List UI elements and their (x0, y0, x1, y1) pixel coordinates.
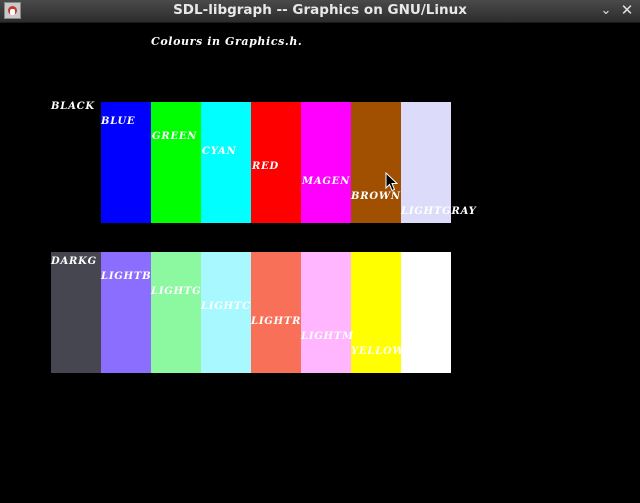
color-label: DARKG (51, 256, 97, 267)
title-bar[interactable]: SDL-libgraph -- Graphics on GNU/Linux ⌄ … (0, 0, 640, 23)
swatch-lightgreen (151, 252, 201, 373)
color-label: LIGHTG (151, 286, 202, 297)
mouse-pointer-icon (385, 172, 398, 192)
color-label: LIGHTC (201, 301, 251, 312)
swatch-lightcyan (201, 252, 251, 373)
color-label: WHITE (401, 361, 446, 372)
swatch-white (401, 252, 451, 373)
color-label: RED (252, 161, 280, 172)
color-label: LIGHTGRAY (401, 206, 477, 217)
color-label: LIGHTB (101, 271, 152, 282)
swatch-black (51, 102, 101, 223)
swatch-darkgray (51, 252, 101, 373)
color-label: MAGEN (302, 176, 351, 187)
color-label: LIGHTM (301, 331, 355, 342)
color-label: BLUE (101, 116, 136, 127)
close-button[interactable]: ✕ (619, 2, 635, 19)
graphics-canvas: Colours in Graphics.h. BLACK BLUE GREEN … (0, 23, 640, 503)
swatch-lightmagenta (301, 252, 351, 373)
color-label: CYAN (202, 146, 237, 157)
color-label: LIGHTR (251, 316, 302, 327)
color-label: BROWN (351, 191, 401, 202)
window-title: SDL-libgraph -- Graphics on GNU/Linux (173, 2, 467, 18)
minimize-button[interactable]: ⌄ (598, 2, 614, 19)
canvas-heading: Colours in Graphics.h. (151, 35, 303, 48)
swatch-lightgray (401, 102, 451, 223)
swatch-brown (351, 102, 401, 223)
swatch-cyan (201, 102, 251, 223)
swatch-lightred (251, 252, 301, 373)
swatch-green (151, 102, 201, 223)
color-label: YELLOW (351, 346, 405, 357)
color-label: BLACK (51, 101, 95, 112)
swatch-magenta (301, 102, 351, 223)
app-window: SDL-libgraph -- Graphics on GNU/Linux ⌄ … (0, 0, 640, 503)
color-label: GREEN (152, 131, 198, 142)
